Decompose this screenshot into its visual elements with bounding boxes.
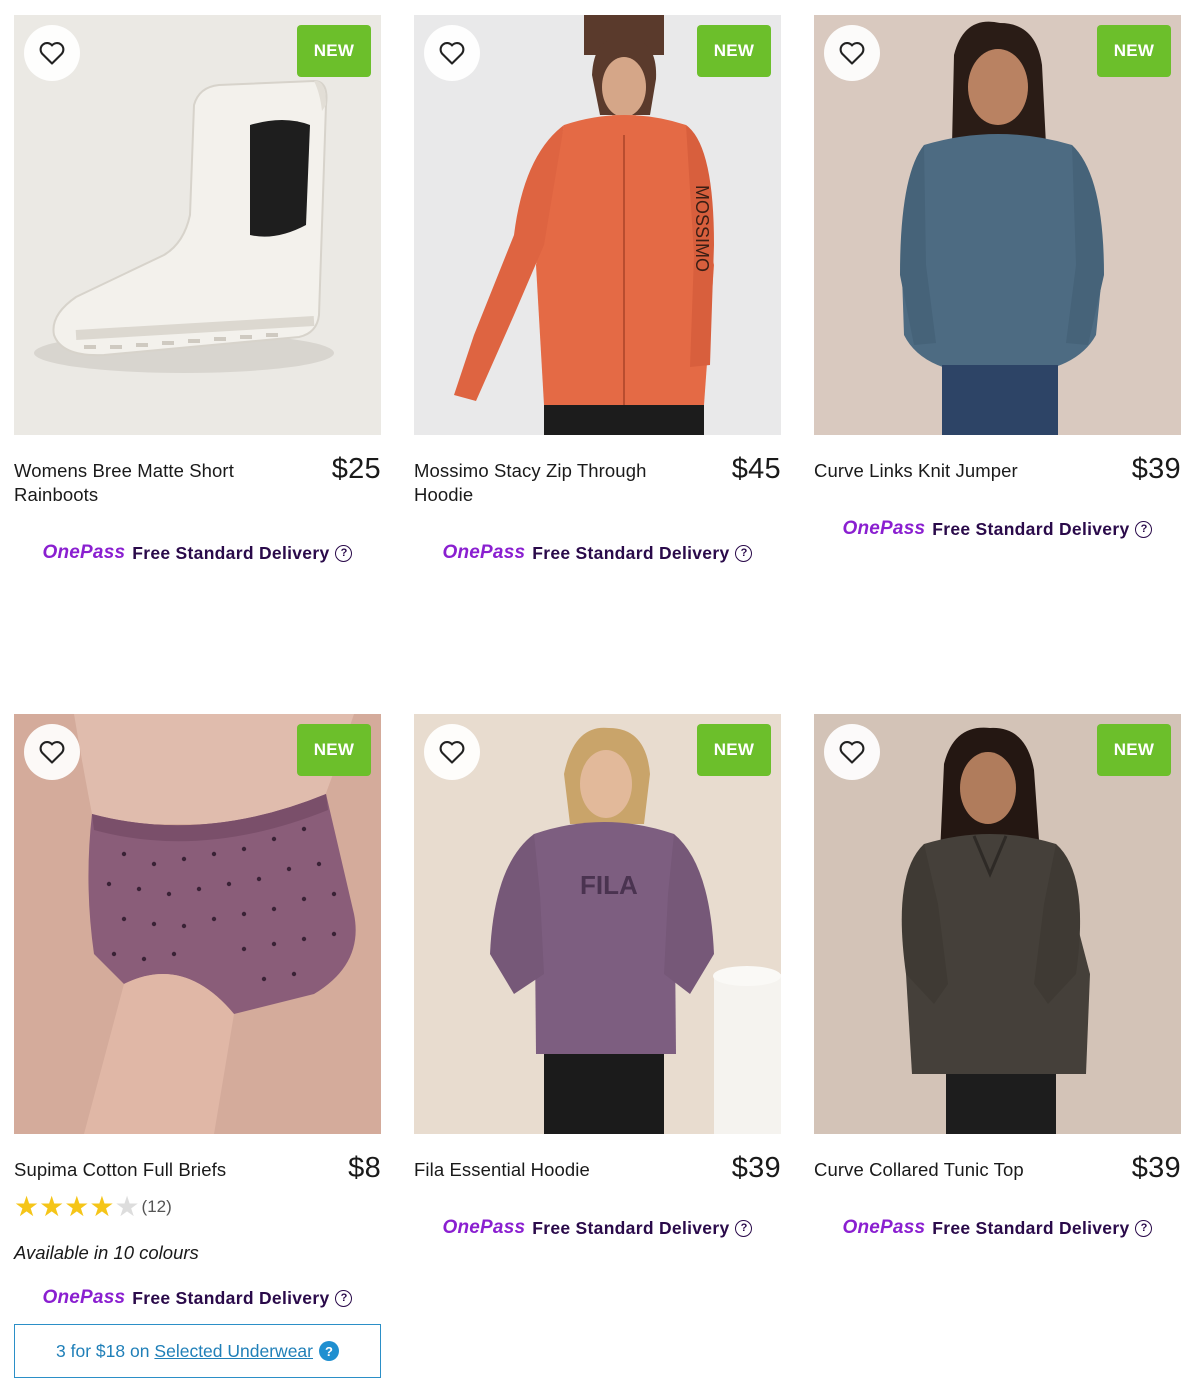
product-card[interactable]: FILA NEW Fila Essential Hoodie $39 OnePa… xyxy=(414,714,781,1242)
new-badge: NEW xyxy=(297,25,371,77)
heart-outline-icon xyxy=(439,42,465,65)
product-price: $39 xyxy=(1131,1152,1181,1184)
star-icon: ★ xyxy=(114,1191,140,1222)
product-card[interactable]: NEW Supima Cotton Full Briefs $8 ★ ★ ★ ★ ★ (… xyxy=(14,714,381,1378)
delivery-text: Free Standard Delivery xyxy=(532,542,730,563)
promo-banner[interactable]: 3 for $18 on Selected Underwear ? xyxy=(14,1324,381,1378)
heart-outline-icon xyxy=(439,741,465,764)
new-badge: NEW xyxy=(1097,25,1171,77)
question-circle-icon[interactable]: ? xyxy=(1135,1219,1153,1237)
svg-text:FILA: FILA xyxy=(580,870,638,900)
product-price: $25 xyxy=(331,453,381,485)
delivery-text: Free Standard Delivery xyxy=(532,1217,730,1238)
new-badge: NEW xyxy=(1097,724,1171,776)
svg-text:MOSSIMO: MOSSIMO xyxy=(692,185,712,272)
product-price: $39 xyxy=(731,1152,781,1184)
product-price: $8 xyxy=(348,1152,381,1184)
new-badge: NEW xyxy=(697,724,771,776)
onepass-delivery: OnePass Free Standard Delivery ? xyxy=(414,1214,781,1242)
heart-outline-icon xyxy=(839,741,865,764)
onepass-logo: OnePass xyxy=(442,1217,526,1238)
star-icon: ★ xyxy=(64,1191,90,1222)
heart-outline-icon xyxy=(839,42,865,65)
question-circle-icon[interactable]: ? xyxy=(735,1219,753,1237)
product-image[interactable]: NEW xyxy=(14,15,381,435)
heart-outline-icon xyxy=(39,741,65,764)
question-circle-icon[interactable]: ? xyxy=(335,1289,353,1307)
question-circle-icon[interactable]: ? xyxy=(1135,520,1153,538)
review-count: (12) xyxy=(141,1197,172,1216)
wishlist-button[interactable] xyxy=(424,25,480,81)
heart-outline-icon xyxy=(39,42,65,65)
delivery-text: Free Standard Delivery xyxy=(132,542,330,563)
star-icon: ★ xyxy=(39,1191,65,1222)
product-price: $45 xyxy=(731,453,781,485)
promo-link[interactable]: Selected Underwear xyxy=(154,1341,313,1362)
onepass-logo: OnePass xyxy=(42,542,126,563)
onepass-logo: OnePass xyxy=(842,518,926,539)
onepass-logo: OnePass xyxy=(842,1217,926,1238)
delivery-text: Free Standard Delivery xyxy=(932,1217,1130,1238)
question-circle-icon[interactable]: ? xyxy=(735,544,753,562)
product-image[interactable]: NEW xyxy=(14,714,381,1134)
rating-stars[interactable]: ★ ★ ★ ★ ★ (12) xyxy=(14,1192,381,1222)
onepass-delivery: OnePass Free Standard Delivery ? xyxy=(814,1214,1181,1242)
wishlist-button[interactable] xyxy=(24,724,80,780)
product-image[interactable]: NEW xyxy=(814,714,1181,1134)
product-title[interactable]: Curve Collared Tunic Top xyxy=(814,1158,1084,1182)
delivery-text: Free Standard Delivery xyxy=(132,1287,330,1308)
wishlist-button[interactable] xyxy=(424,724,480,780)
star-icon: ★ xyxy=(14,1191,40,1222)
stars-container: ★ ★ ★ ★ ★ xyxy=(14,1193,140,1221)
product-card[interactable]: MOSSIMO NEW Mossimo Stacy Zip Through Ho… xyxy=(414,15,781,567)
product-card[interactable]: NEW Curve Collared Tunic Top $39 OnePass… xyxy=(814,714,1181,1242)
product-price: $39 xyxy=(1131,453,1181,485)
onepass-delivery: OnePass Free Standard Delivery ? xyxy=(14,1284,381,1312)
product-image[interactable]: MOSSIMO NEW xyxy=(414,15,781,435)
new-badge: NEW xyxy=(297,724,371,776)
onepass-delivery: OnePass Free Standard Delivery ? xyxy=(414,539,781,567)
onepass-logo: OnePass xyxy=(42,1287,126,1308)
product-title[interactable]: Womens Bree Matte Short Rainboots xyxy=(14,459,284,507)
new-badge: NEW xyxy=(697,25,771,77)
promo-text: 3 for $18 on xyxy=(56,1340,150,1361)
question-circle-icon[interactable]: ? xyxy=(335,544,353,562)
star-icon: ★ xyxy=(89,1191,115,1222)
onepass-delivery: OnePass Free Standard Delivery ? xyxy=(814,515,1181,543)
wishlist-button[interactable] xyxy=(24,25,80,81)
delivery-text: Free Standard Delivery xyxy=(932,518,1130,539)
available-colours: Available in 10 colours xyxy=(14,1242,199,1263)
product-image[interactable]: NEW xyxy=(814,15,1181,435)
onepass-logo: OnePass xyxy=(442,542,526,563)
product-image[interactable]: FILA NEW xyxy=(414,714,781,1134)
onepass-delivery: OnePass Free Standard Delivery ? xyxy=(14,539,381,567)
wishlist-button[interactable] xyxy=(824,724,880,780)
product-title[interactable]: Curve Links Knit Jumper xyxy=(814,459,1084,483)
product-card[interactable]: NEW Womens Bree Matte Short Rainboots $2… xyxy=(14,15,381,567)
wishlist-button[interactable] xyxy=(824,25,880,81)
product-title[interactable]: Mossimo Stacy Zip Through Hoodie xyxy=(414,459,684,507)
product-card[interactable]: NEW Curve Links Knit Jumper $39 OnePass … xyxy=(814,15,1181,543)
question-circle-icon[interactable]: ? xyxy=(318,1341,339,1361)
product-title[interactable]: Fila Essential Hoodie xyxy=(414,1158,684,1182)
product-title[interactable]: Supima Cotton Full Briefs xyxy=(14,1158,284,1182)
